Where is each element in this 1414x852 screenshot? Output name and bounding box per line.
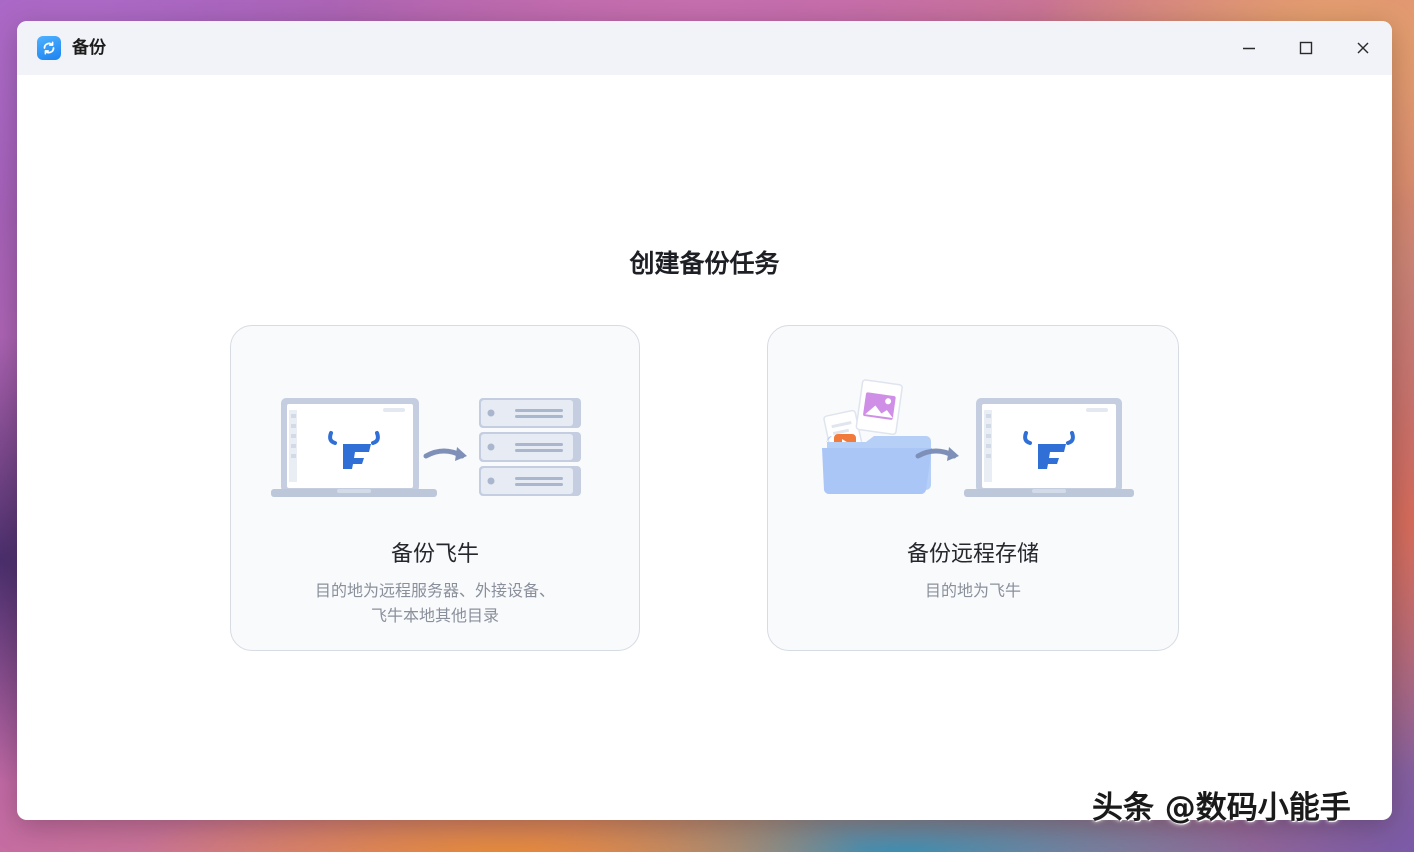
page-heading: 创建备份任务 bbox=[629, 249, 780, 278]
card-description: 目的地为飞牛 bbox=[768, 578, 1178, 603]
laptop-to-server-illustration bbox=[271, 398, 581, 497]
card-description-line: 目的地为远程服务器、外接设备、 bbox=[314, 581, 555, 600]
watermark-text: 头条 @数码小能手 bbox=[1092, 790, 1351, 826]
folder-to-laptop-illustration bbox=[822, 379, 1134, 497]
maximize-button[interactable] bbox=[1291, 33, 1321, 63]
backup-remote-storage-card[interactable]: 备份远程存储 目的地为飞牛 bbox=[767, 325, 1179, 651]
minimize-icon bbox=[1243, 47, 1255, 50]
backup-app-icon bbox=[37, 36, 61, 60]
card-description-line: 飞牛本地其他目录 bbox=[370, 606, 499, 625]
close-button[interactable] bbox=[1348, 33, 1378, 63]
backup-fnos-card[interactable]: 备份飞牛 目的地为远程服务器、外接设备、 飞牛本地其他目录 bbox=[230, 325, 640, 651]
card-description-line: 目的地为飞牛 bbox=[924, 581, 1021, 600]
card-description: 目的地为远程服务器、外接设备、 飞牛本地其他目录 bbox=[231, 578, 639, 628]
minimize-button[interactable] bbox=[1234, 33, 1264, 63]
window-title: 备份 bbox=[72, 38, 106, 58]
close-icon bbox=[1357, 42, 1369, 54]
backup-window: 备份 创建备份任务 备份飞牛 目的地为远程服务器、外接设备、 飞牛本地其他目录 … bbox=[17, 21, 1392, 820]
card-title: 备份远程存储 bbox=[906, 542, 1039, 567]
card-title: 备份飞牛 bbox=[390, 542, 479, 567]
title-bar[interactable]: 备份 bbox=[17, 21, 1392, 75]
maximize-icon bbox=[1299, 41, 1313, 55]
